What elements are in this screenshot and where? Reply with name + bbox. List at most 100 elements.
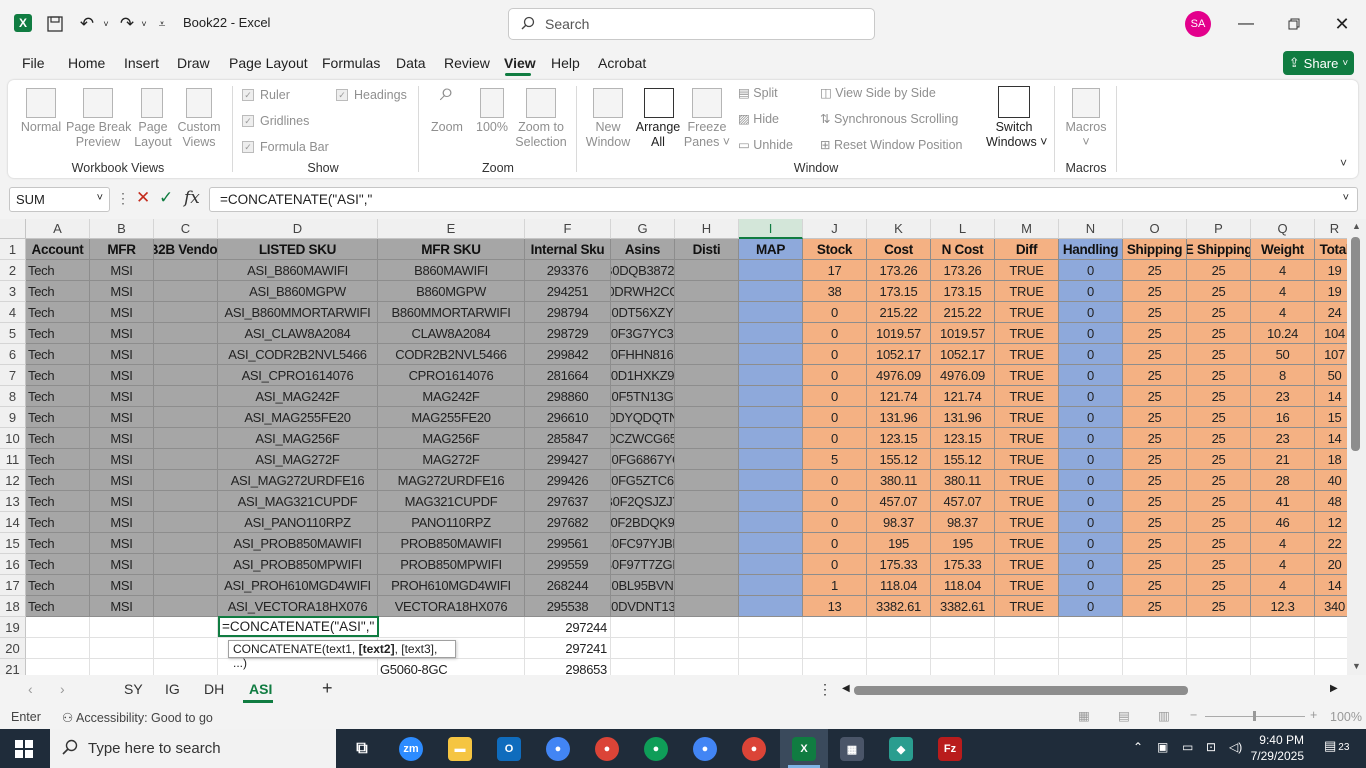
cell[interactable]: [154, 617, 218, 638]
cell[interactable]: [675, 365, 739, 386]
sheet-tab-ig[interactable]: IG: [165, 681, 180, 697]
cell[interactable]: [995, 659, 1059, 675]
cell[interactable]: TRUE: [995, 449, 1059, 470]
row-header[interactable]: 2: [0, 260, 26, 281]
cell[interactable]: [995, 617, 1059, 638]
column-header-l[interactable]: L: [931, 219, 995, 239]
cell[interactable]: B0DT56XZYK: [611, 302, 675, 323]
cell[interactable]: 0: [803, 512, 867, 533]
cell[interactable]: 0: [1059, 491, 1123, 512]
cell[interactable]: 173.15: [931, 281, 995, 302]
column-header-j[interactable]: J: [803, 219, 867, 239]
cell[interactable]: [739, 407, 803, 428]
cell[interactable]: 25: [1123, 554, 1187, 575]
tab-data[interactable]: Data: [396, 55, 426, 71]
cell[interactable]: [154, 386, 218, 407]
cell[interactable]: [739, 260, 803, 281]
cell[interactable]: 25: [1187, 302, 1251, 323]
cell[interactable]: MSI: [90, 323, 154, 344]
scroll-down-icon[interactable]: ▼: [1352, 661, 1361, 671]
cell[interactable]: MAG256F: [378, 428, 525, 449]
cell[interactable]: 0: [803, 491, 867, 512]
cell[interactable]: 38: [803, 281, 867, 302]
cell[interactable]: [154, 302, 218, 323]
column-header-i[interactable]: I: [739, 219, 803, 239]
cell[interactable]: 299559: [525, 554, 611, 575]
cell[interactable]: MSI: [90, 386, 154, 407]
cell[interactable]: MSI: [90, 575, 154, 596]
expand-formula-icon[interactable]: ˅: [1343, 192, 1349, 204]
cell[interactable]: [26, 659, 90, 675]
share-button[interactable]: ⇪ Share ˅: [1283, 51, 1354, 75]
cell[interactable]: B0FG6867YG: [611, 449, 675, 470]
cell[interactable]: ASI_MAG255FE20: [218, 407, 378, 428]
more-options-icon[interactable]: ⋮: [116, 190, 130, 207]
header-cell[interactable]: MAP: [739, 239, 803, 260]
tooltip-current-arg[interactable]: [text2]: [359, 642, 395, 656]
cell[interactable]: 297244: [525, 617, 611, 638]
cell[interactable]: PANO110RPZ: [378, 512, 525, 533]
cell[interactable]: [1187, 638, 1251, 659]
cell[interactable]: [739, 554, 803, 575]
cell[interactable]: 25: [1123, 575, 1187, 596]
cell[interactable]: [611, 638, 675, 659]
cell[interactable]: B0F2QSJZJY: [611, 491, 675, 512]
cell[interactable]: Tech: [26, 260, 90, 281]
cell[interactable]: TRUE: [995, 491, 1059, 512]
cell[interactable]: 0: [1059, 470, 1123, 491]
cell[interactable]: Tech: [26, 407, 90, 428]
cell[interactable]: [931, 659, 995, 675]
cell[interactable]: [154, 260, 218, 281]
chrome-icon-3[interactable]: ●: [644, 737, 668, 761]
cell[interactable]: 25: [1123, 533, 1187, 554]
cell[interactable]: MSI: [90, 554, 154, 575]
normal-view-button[interactable]: Normal: [18, 120, 64, 135]
cell[interactable]: [739, 281, 803, 302]
cell[interactable]: [675, 323, 739, 344]
cell[interactable]: [739, 533, 803, 554]
cell[interactable]: [803, 617, 867, 638]
cell[interactable]: [154, 575, 218, 596]
cell[interactable]: ASI_MAG256F: [218, 428, 378, 449]
cell[interactable]: MSI: [90, 470, 154, 491]
cell[interactable]: 4: [1251, 533, 1315, 554]
cell[interactable]: 25: [1123, 386, 1187, 407]
cell[interactable]: 121.74: [867, 386, 931, 407]
cell[interactable]: [739, 344, 803, 365]
cell[interactable]: 46: [1251, 512, 1315, 533]
tray-meet-icon[interactable]: ▣: [1157, 740, 1168, 754]
cell[interactable]: [867, 617, 931, 638]
cell[interactable]: 0: [803, 323, 867, 344]
cell[interactable]: ASI_PROH610MGD4WIFI: [218, 575, 378, 596]
header-cell[interactable]: Diff: [995, 239, 1059, 260]
cell[interactable]: 215.22: [931, 302, 995, 323]
cell[interactable]: 297682: [525, 512, 611, 533]
cell[interactable]: MSI: [90, 491, 154, 512]
cell[interactable]: [154, 491, 218, 512]
cell[interactable]: Tech: [26, 596, 90, 617]
file-explorer-icon[interactable]: ▬: [448, 737, 472, 761]
cell[interactable]: 4: [1251, 554, 1315, 575]
headings-checkbox[interactable]: ✓ Headings: [336, 88, 407, 102]
cell[interactable]: MAG272F: [378, 449, 525, 470]
cell[interactable]: [154, 323, 218, 344]
cell[interactable]: [154, 407, 218, 428]
cell[interactable]: [675, 533, 739, 554]
cell[interactable]: 0: [803, 365, 867, 386]
cell[interactable]: 173.26: [931, 260, 995, 281]
chrome-icon-5[interactable]: ●: [742, 737, 766, 761]
header-cell[interactable]: MFR: [90, 239, 154, 260]
close-icon[interactable]: ✕: [1330, 12, 1354, 36]
cell[interactable]: [1187, 617, 1251, 638]
cell[interactable]: 25: [1123, 344, 1187, 365]
cell[interactable]: 98.37: [867, 512, 931, 533]
cell[interactable]: 25: [1187, 344, 1251, 365]
cell[interactable]: 4: [1251, 302, 1315, 323]
zoom-in-icon[interactable]: +: [1310, 708, 1317, 722]
user-avatar[interactable]: SA: [1185, 11, 1211, 37]
row-header[interactable]: 18: [0, 596, 26, 617]
cell[interactable]: TRUE: [995, 575, 1059, 596]
cell[interactable]: ASI_VECTORA18HX076: [218, 596, 378, 617]
header-cell[interactable]: N Cost: [931, 239, 995, 260]
cell[interactable]: Tech: [26, 302, 90, 323]
